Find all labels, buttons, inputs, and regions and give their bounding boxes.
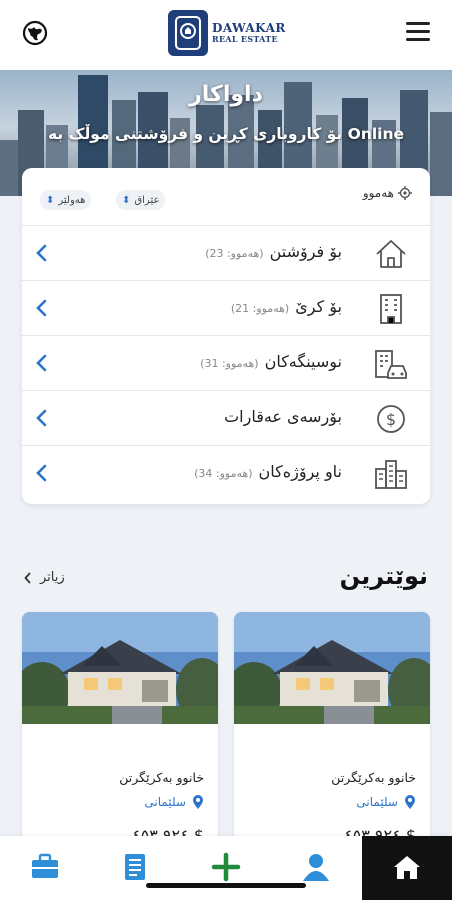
briefcase-icon[interactable] [30, 852, 60, 882]
category-count: (هەموو: 21) [230, 302, 290, 315]
chevron-left-icon [36, 464, 47, 482]
category-label: بۆ کرێ [295, 297, 342, 316]
category-row-real-estate-exchange[interactable]: بۆرسەی عەقارات $ [22, 391, 430, 446]
category-label: نوسینگەکان [264, 352, 342, 371]
up-down-icon: ⬍ [46, 194, 55, 206]
city-filter-chip[interactable]: ⬍ هەولێر [40, 190, 92, 210]
add-icon[interactable] [211, 852, 241, 882]
city-buildings-icon [375, 460, 407, 489]
category-count: (هەموو: 31) [200, 357, 259, 370]
home-tab[interactable] [362, 836, 452, 900]
property-title: خانوو بەکرێگرتن [331, 770, 416, 785]
dollar-circle-icon: $ [377, 405, 405, 433]
bottom-navigation [0, 836, 452, 900]
map-pin-icon [405, 795, 415, 809]
list-icon[interactable] [120, 852, 150, 882]
see-more-link[interactable]: زیاتر [24, 570, 65, 585]
home-icon [394, 856, 420, 879]
chevron-left-icon [36, 244, 47, 262]
property-title: خانوو بەکرێگرتن [119, 770, 204, 785]
logo-mark [168, 10, 208, 56]
property-card[interactable]: خانوو بەکرێگرتن سلێمانی ٤٥٣,٩٢٤ $ [234, 612, 430, 852]
location-target-icon [398, 186, 412, 200]
office-car-icon [375, 350, 407, 379]
chevron-left-icon [24, 571, 31, 584]
search-categories-card: هەموو ⬍ عێراق ⬍ هەولێر (هەموو: 23) بۆ فرۆ… [22, 168, 430, 504]
location-all-selector[interactable]: هەموو [363, 186, 412, 200]
chip-label: عێراق [134, 194, 160, 206]
building-icon [380, 294, 402, 324]
category-label: ناو پرۆژەکان [258, 462, 343, 481]
category-row-offices[interactable]: (هەموو: 31) نوسینگەکان [22, 336, 430, 391]
chevron-left-icon [36, 299, 47, 317]
property-location: سلێمانی [356, 794, 416, 810]
property-city: سلێمانی [356, 795, 398, 809]
country-filter-chip[interactable]: ⬍ عێراق [116, 190, 166, 210]
see-more-label: زیاتر [40, 570, 65, 585]
location-filters: هەموو ⬍ عێراق ⬍ هەولێر [22, 168, 430, 226]
chevron-left-icon [36, 409, 47, 427]
up-down-icon: ⬍ [122, 194, 131, 206]
chip-label: هەولێر [58, 194, 86, 206]
category-label: بۆرسەی عەقارات [224, 407, 342, 426]
house-photo [22, 612, 218, 724]
category-label: بۆ فرۆشتن [269, 242, 342, 261]
hero-title: داواکار [189, 82, 263, 107]
category-count: (هەموو: 23) [205, 247, 264, 260]
location-all-label: هەموو [362, 186, 394, 200]
chevron-left-icon [36, 354, 47, 372]
property-city: سلێمانی [144, 795, 186, 809]
brand-name: DAWAKAR [212, 20, 286, 35]
property-card[interactable]: خانوو بەکرێگرتن سلێمانی ٤٥٣,٩٢٤ $ [22, 612, 218, 852]
brand-logo[interactable]: DAWAKAR REAL ESTATE [168, 10, 286, 56]
category-count: (هەموو: 34) [194, 467, 253, 480]
globe-icon[interactable] [22, 20, 48, 46]
hamburger-menu-icon[interactable] [406, 22, 430, 42]
hero-subtitle: بۆ کاروباری کڕین و فرۆشتنی موڵک بە Onlin… [47, 125, 405, 143]
category-row-for-rent[interactable]: (هەموو: 21) بۆ کرێ [22, 281, 430, 336]
map-pin-icon [193, 795, 203, 809]
house-icon [376, 240, 406, 268]
top-bar: DAWAKAR REAL ESTATE [0, 0, 452, 70]
property-location: سلێمانی [144, 794, 204, 810]
brand-tagline: REAL ESTATE [212, 34, 278, 45]
category-row-for-sale[interactable]: (هەموو: 23) بۆ فرۆشتن [22, 226, 430, 281]
home-indicator-bar [146, 883, 306, 888]
user-icon[interactable] [301, 852, 331, 882]
svg-text:$: $ [386, 410, 396, 429]
category-row-projects[interactable]: (هەموو: 34) ناو پرۆژەکان [22, 446, 430, 501]
house-photo [234, 612, 430, 724]
newest-section-title: نوێترین [339, 562, 428, 590]
